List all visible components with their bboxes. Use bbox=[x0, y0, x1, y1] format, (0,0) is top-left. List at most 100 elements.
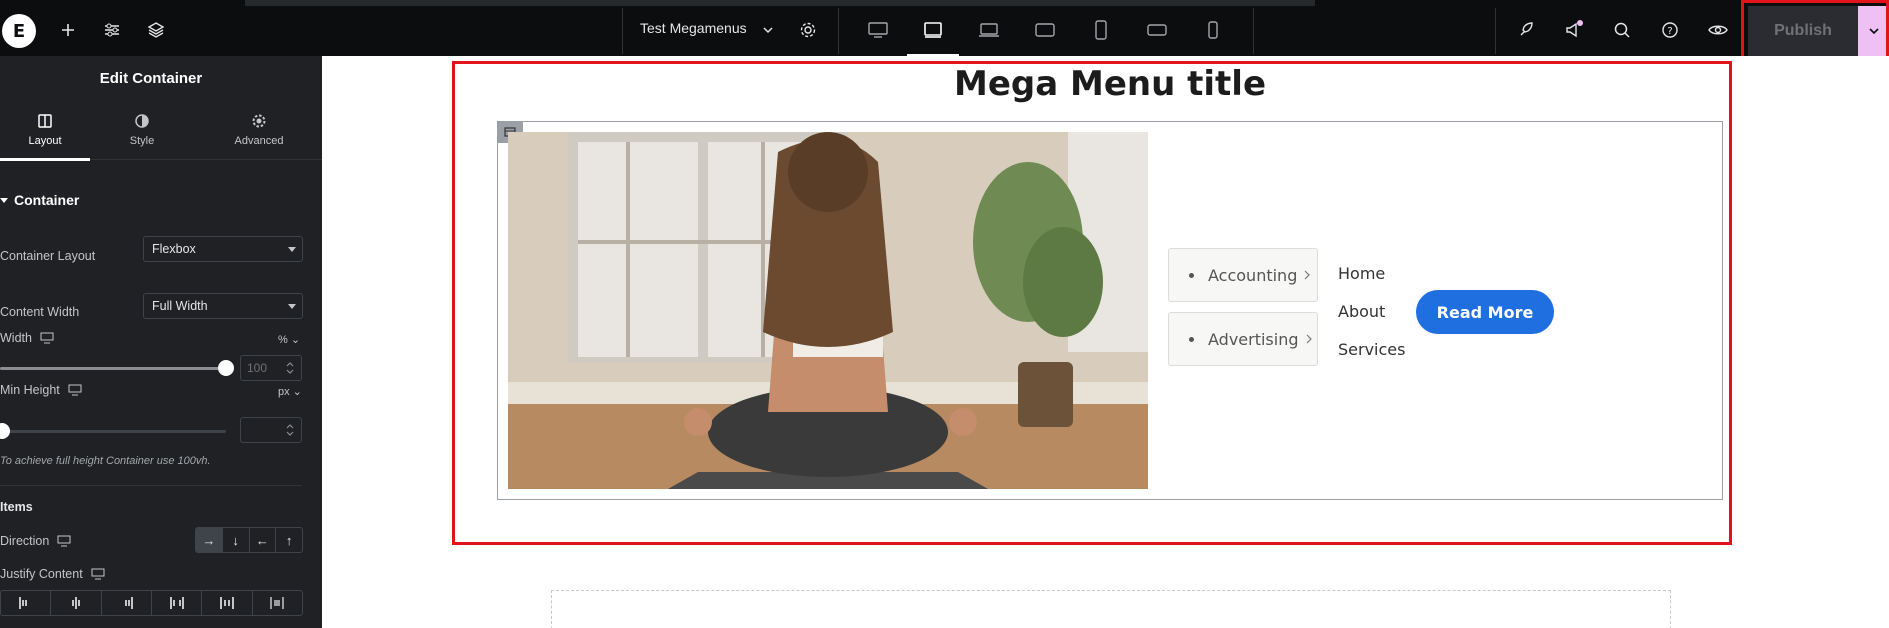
min-height-hint: To achieve full height Container use 100… bbox=[0, 455, 211, 467]
container-layout-select[interactable]: Flexbox bbox=[143, 236, 303, 262]
editor-panel: Edit Container Layout Style Advanced Con… bbox=[0, 56, 322, 628]
responsive-desktop-icon bbox=[91, 568, 105, 580]
nav-link-home[interactable]: Home bbox=[1338, 264, 1385, 283]
separator bbox=[838, 8, 839, 54]
menu-item-accounting[interactable]: Accounting bbox=[1168, 248, 1318, 302]
justify-center-button[interactable] bbox=[51, 591, 102, 615]
direction-label-row: Direction bbox=[0, 534, 71, 548]
justify-start-button[interactable] bbox=[1, 591, 52, 615]
preview-icon[interactable] bbox=[1698, 10, 1738, 50]
tab-layout[interactable]: Layout bbox=[0, 100, 90, 161]
width-unit: % bbox=[278, 334, 288, 346]
mobile-landscape-icon[interactable] bbox=[1137, 10, 1177, 50]
elementor-logo-icon[interactable]: E bbox=[2, 14, 36, 48]
width-input[interactable]: 100 bbox=[240, 355, 302, 381]
megaphone-icon[interactable] bbox=[1554, 10, 1594, 50]
chevron-down-icon[interactable] bbox=[748, 10, 788, 50]
tab-layout-label: Layout bbox=[28, 135, 62, 147]
justify-space-between-icon bbox=[169, 597, 184, 609]
responsive-desktop-icon bbox=[57, 535, 71, 547]
container-layout-label: Container Layout bbox=[0, 249, 96, 263]
mobile-icon[interactable] bbox=[1081, 10, 1121, 50]
chevron-right-icon bbox=[1306, 334, 1312, 344]
responsive-desktop-icon bbox=[40, 332, 54, 344]
justify-end-icon bbox=[125, 597, 134, 609]
width-slider[interactable] bbox=[0, 360, 234, 376]
separator bbox=[1253, 8, 1254, 54]
search-icon[interactable] bbox=[1602, 10, 1642, 50]
justify-space-between-button[interactable] bbox=[152, 591, 203, 615]
panel-tabs: Layout Style Advanced bbox=[0, 100, 322, 161]
laptop-icon[interactable] bbox=[969, 10, 1009, 50]
yoga-image[interactable] bbox=[508, 132, 1148, 489]
direction-column-button[interactable]: ↓ bbox=[223, 528, 250, 552]
empty-drop-zone[interactable] bbox=[551, 590, 1671, 628]
content-width-value: Full Width bbox=[152, 299, 208, 313]
rocket-icon[interactable] bbox=[1506, 10, 1546, 50]
min-height-unit-select[interactable]: px ⌄ bbox=[278, 385, 302, 398]
chevron-right-icon bbox=[1304, 270, 1311, 280]
width-slider-fill bbox=[0, 367, 226, 370]
nav-link-about[interactable]: About bbox=[1338, 302, 1385, 321]
min-height-label: Min Height bbox=[0, 383, 60, 397]
min-height-input[interactable] bbox=[240, 417, 302, 443]
menu-item-advertising[interactable]: Advertising bbox=[1168, 312, 1318, 366]
justify-content-label: Justify Content bbox=[0, 567, 83, 581]
width-value: 100 bbox=[247, 361, 268, 375]
justify-space-evenly-icon bbox=[270, 597, 285, 609]
svg-text:?: ? bbox=[1667, 26, 1672, 37]
mobile-small-icon[interactable] bbox=[1193, 10, 1233, 50]
top-strip bbox=[245, 0, 1315, 6]
justify-end-button[interactable] bbox=[102, 591, 152, 615]
container-layout-value: Flexbox bbox=[152, 242, 196, 256]
spinner-icon bbox=[286, 424, 294, 436]
help-icon[interactable]: ? bbox=[1650, 10, 1690, 50]
justify-space-around-button[interactable] bbox=[202, 591, 253, 615]
separator bbox=[622, 8, 623, 54]
add-icon[interactable] bbox=[48, 10, 88, 50]
content-width-label: Content Width bbox=[0, 305, 80, 319]
mega-menu-title[interactable]: Mega Menu title bbox=[452, 64, 1768, 104]
tablet-landscape-icon[interactable] bbox=[1025, 10, 1065, 50]
direction-control: → ↓ ← ↑ bbox=[195, 527, 303, 553]
site-settings-icon[interactable] bbox=[92, 10, 132, 50]
justify-space-around-icon bbox=[219, 597, 234, 609]
top-bar: E Test Megamenus ? Publish bbox=[0, 0, 1889, 66]
direction-row-reverse-button[interactable]: ← bbox=[250, 528, 277, 552]
menu-item-label: Accounting bbox=[1208, 265, 1298, 285]
tab-style[interactable]: Style bbox=[97, 100, 187, 160]
justify-content-control bbox=[0, 590, 303, 616]
direction-row-button[interactable]: → bbox=[196, 528, 223, 552]
min-height-slider[interactable] bbox=[0, 423, 226, 439]
select-caret-icon bbox=[288, 304, 296, 309]
advanced-gear-icon bbox=[252, 114, 266, 128]
page-settings-icon[interactable] bbox=[788, 10, 828, 50]
bullet-icon bbox=[1189, 272, 1194, 278]
justify-center-icon bbox=[71, 597, 80, 609]
section-container-toggle[interactable]: Container bbox=[0, 192, 79, 208]
panel-title: Edit Container bbox=[99, 70, 203, 87]
width-slider-knob[interactable] bbox=[218, 360, 234, 376]
tablet-icon[interactable] bbox=[907, 10, 959, 56]
document-title[interactable]: Test Megamenus bbox=[640, 20, 747, 36]
spinner-icon bbox=[286, 362, 294, 374]
nav-link-services[interactable]: Services bbox=[1338, 340, 1405, 359]
read-more-button[interactable]: Read More bbox=[1416, 290, 1554, 334]
width-label: Width bbox=[0, 331, 32, 345]
justify-label-row: Justify Content bbox=[0, 567, 105, 581]
layout-icon bbox=[38, 114, 52, 128]
justify-space-evenly-button[interactable] bbox=[253, 591, 302, 615]
content-width-select[interactable]: Full Width bbox=[143, 293, 303, 319]
min-height-unit: px bbox=[278, 386, 290, 398]
structure-icon[interactable] bbox=[136, 10, 176, 50]
min-height-label-row: Min Height bbox=[0, 383, 82, 397]
tab-advanced[interactable]: Advanced bbox=[214, 100, 304, 160]
justify-start-icon bbox=[18, 597, 27, 609]
width-unit-select[interactable]: % ⌄ bbox=[278, 333, 300, 346]
direction-column-reverse-button[interactable]: ↑ bbox=[276, 528, 302, 552]
min-height-slider-knob[interactable] bbox=[0, 423, 10, 439]
items-heading: Items bbox=[0, 500, 33, 514]
desktop-icon[interactable] bbox=[858, 10, 898, 50]
tab-style-label: Style bbox=[129, 135, 155, 147]
responsive-desktop-icon bbox=[68, 384, 82, 396]
